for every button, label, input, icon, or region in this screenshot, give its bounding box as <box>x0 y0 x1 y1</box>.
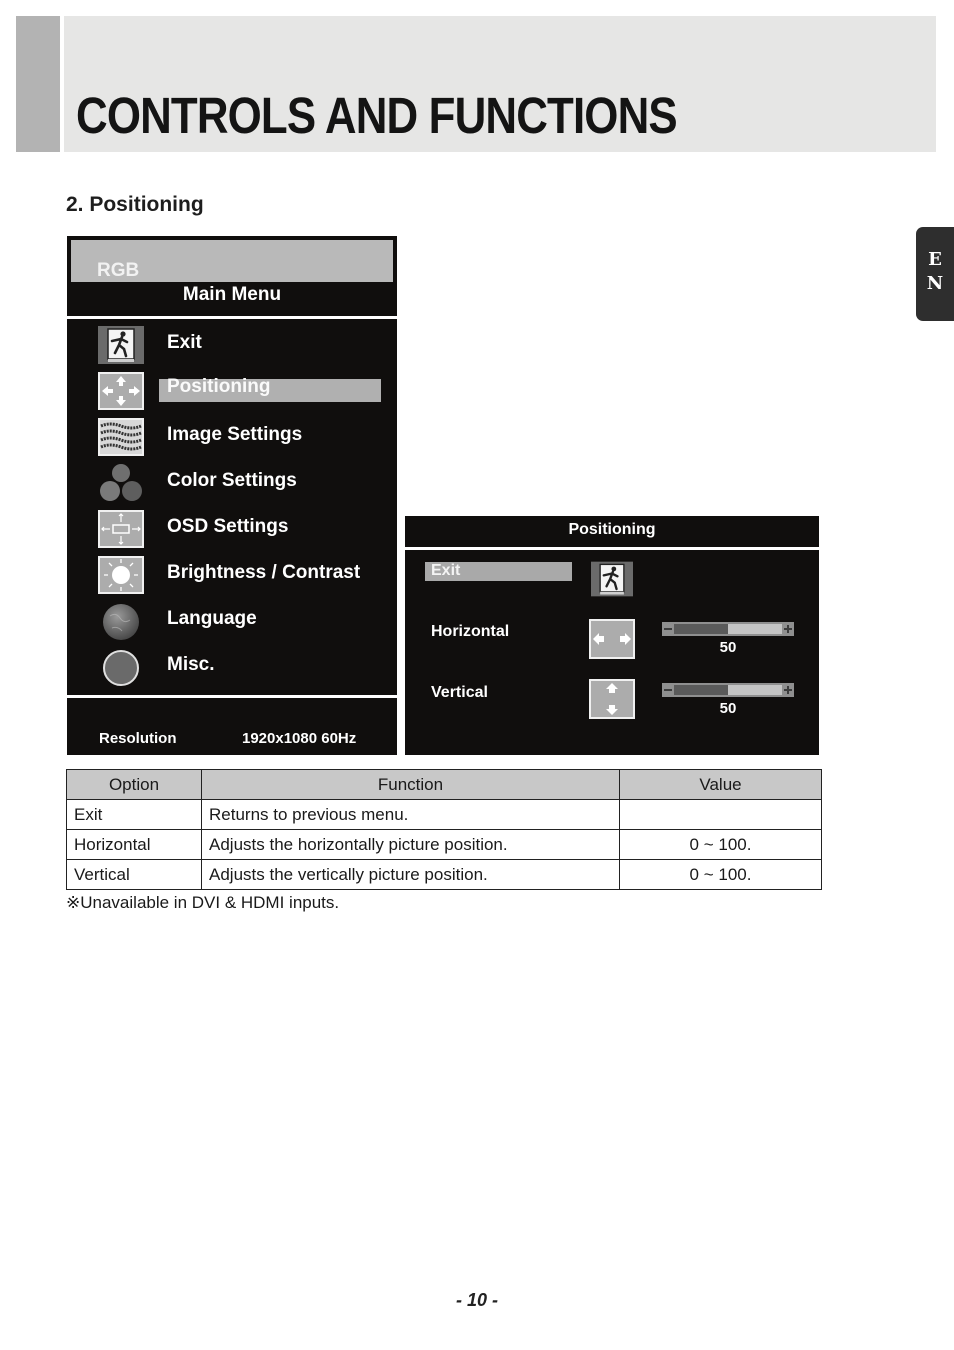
table-header-row: Option Function Value <box>66 769 822 800</box>
table-row: Exit Returns to previous menu. <box>66 799 822 830</box>
language-tab: E N <box>916 227 954 321</box>
menu-item-label: Misc. <box>167 654 215 675</box>
slider-track <box>674 624 782 634</box>
menu-item-label: Color Settings <box>167 470 297 491</box>
color-circles-icon <box>100 464 142 501</box>
availability-note: ※Unavailable in DVI & HDMI inputs. <box>66 893 340 912</box>
osd-settings-icon <box>98 510 144 548</box>
menu-item-language[interactable]: Language <box>67 599 397 645</box>
horizontal-arrows-icon <box>589 619 635 659</box>
menu-item-positioning[interactable]: Positioning <box>67 369 397 415</box>
menu-item-label: Brightness / Contrast <box>167 562 361 583</box>
exit-icon <box>98 326 144 364</box>
page-number: - 10 - <box>455 1290 498 1310</box>
submenu-title: Positioning <box>568 521 656 538</box>
page-title: CONTROLS AND FUNCTIONS <box>76 87 678 144</box>
minus-icon <box>664 628 672 630</box>
horizontal-slider[interactable] <box>662 622 794 636</box>
horizontal-value: 50 <box>719 639 737 656</box>
menu-item-label: Language <box>167 608 257 629</box>
function-cell: Adjusts the horizontally picture positio… <box>201 829 620 860</box>
misc-circle-icon <box>103 650 139 686</box>
menu-item-osd-settings[interactable]: OSD Settings <box>67 507 397 553</box>
option-cell: Exit <box>66 799 202 830</box>
section-title: 2. Positioning <box>66 193 204 216</box>
horizontal-label: Horizontal <box>431 623 510 640</box>
menu-item-label: Positioning <box>167 376 271 397</box>
submenu-exit-item[interactable]: Exit <box>431 562 460 580</box>
resolution-label: Resolution <box>99 730 177 747</box>
osd-main-menu-header: RGB Main Menu <box>67 236 397 316</box>
menu-item-exit[interactable]: Exit <box>67 323 397 369</box>
language-tab-letter-2: N <box>926 273 944 294</box>
menu-item-label: Exit <box>167 332 202 353</box>
image-settings-icon <box>98 418 144 456</box>
header-side-bar <box>16 16 60 152</box>
plus-icon-vertical-stroke <box>787 625 789 633</box>
positioning-submenu: Exit Horizontal 50 Vertical 50 <box>405 550 819 755</box>
osd-main-menu-footer: Resolution 1920x1080 60Hz <box>67 698 397 755</box>
vertical-slider[interactable] <box>662 683 794 697</box>
column-header-option: Option <box>66 769 202 800</box>
input-source-bar: RGB <box>71 240 393 282</box>
resolution-value: 1920x1080 60Hz <box>242 730 357 747</box>
menu-item-color-settings[interactable]: Color Settings <box>67 461 397 507</box>
vertical-arrows-icon <box>589 679 635 719</box>
osd-main-menu-list: Exit Positioning Image Settings Color Se… <box>67 319 397 695</box>
table-row: Horizontal Adjusts the horizontally pict… <box>66 829 822 860</box>
column-header-function: Function <box>201 769 620 800</box>
options-table: Option Function Value Exit Returns to pr… <box>66 769 822 890</box>
minus-icon <box>664 689 672 691</box>
language-tab-letter-1: E <box>928 249 942 270</box>
function-cell: Returns to previous menu. <box>201 799 620 830</box>
vertical-label: Vertical <box>431 684 488 701</box>
globe-icon <box>103 604 139 640</box>
function-cell: Adjusts the vertically picture position. <box>201 859 620 890</box>
menu-item-misc[interactable]: Misc. <box>67 645 397 691</box>
input-source-label: RGB <box>97 260 140 281</box>
menu-item-label: OSD Settings <box>167 516 289 537</box>
slider-fill <box>674 685 728 695</box>
positioning-submenu-header: Positioning <box>405 516 819 547</box>
value-cell: 0 ~ 100. <box>619 829 822 860</box>
main-menu-title: Main Menu <box>182 284 282 305</box>
menu-item-brightness-contrast[interactable]: Brightness / Contrast <box>67 553 397 599</box>
option-cell: Vertical <box>66 859 202 890</box>
slider-track <box>674 685 782 695</box>
exit-icon <box>591 561 633 597</box>
option-cell: Horizontal <box>66 829 202 860</box>
positioning-arrows-icon <box>98 372 144 410</box>
slider-fill <box>674 624 728 634</box>
table-row: Vertical Adjusts the vertically picture … <box>66 859 822 890</box>
plus-icon-vertical-stroke <box>787 686 789 694</box>
menu-item-image-settings[interactable]: Image Settings <box>67 415 397 461</box>
menu-item-label: Image Settings <box>167 424 303 445</box>
value-cell <box>619 799 822 830</box>
sun-icon <box>98 556 144 594</box>
value-cell: 0 ~ 100. <box>619 859 822 890</box>
column-header-value: Value <box>619 769 822 800</box>
vertical-value: 50 <box>719 700 737 717</box>
